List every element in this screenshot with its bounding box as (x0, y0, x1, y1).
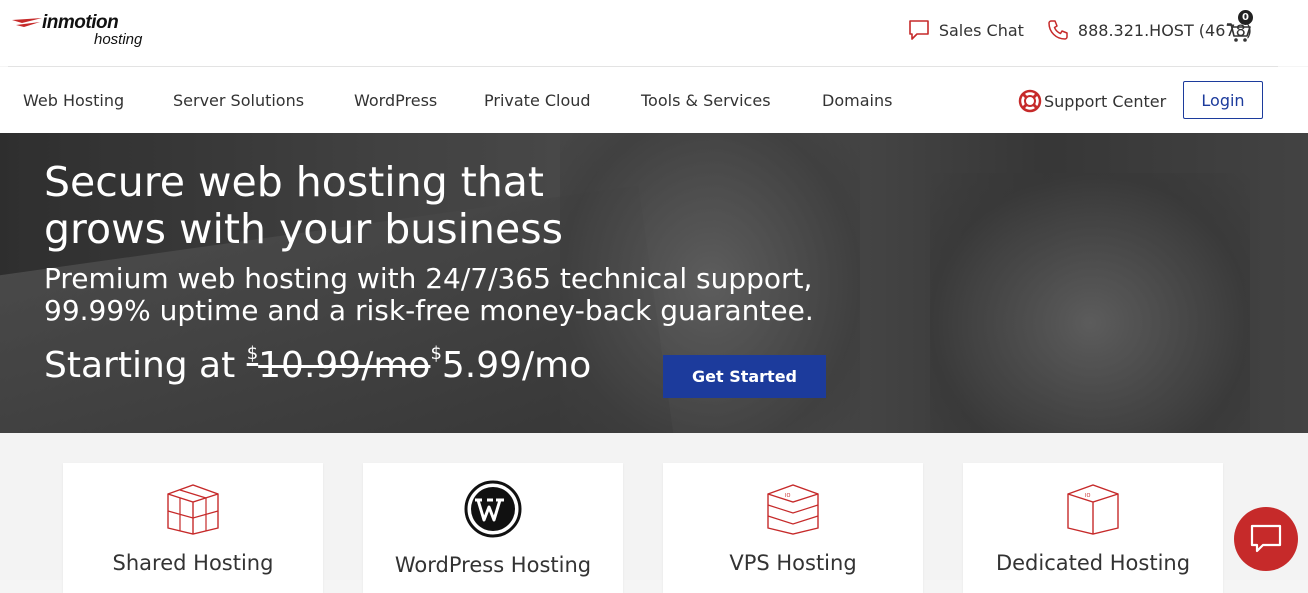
support-center-label: Support Center (1044, 91, 1167, 111)
hero-price: Starting at $10.99/mo$5.99/mo (44, 343, 592, 386)
new-price-value: 5.99/mo (441, 345, 592, 386)
wordpress-icon (464, 480, 522, 538)
cube-grid-icon-wrap (163, 479, 223, 539)
box-icon-wrap: IO (1063, 479, 1123, 539)
old-price-currency: $ (246, 343, 259, 364)
nav-item-wordpress[interactable]: WordPress (354, 91, 437, 110)
card-label: Shared Hosting (112, 551, 274, 575)
login-button[interactable]: Login (1183, 81, 1263, 119)
chat-widget-button[interactable] (1234, 507, 1298, 571)
card-shared-hosting[interactable]: Shared Hosting (63, 463, 323, 593)
nav-item-server-solutions[interactable]: Server Solutions (173, 91, 304, 110)
get-started-button[interactable]: Get Started (663, 355, 826, 398)
cube-grid-icon (167, 484, 219, 535)
product-cards: Shared Hosting WordPress Hosting IO VPS … (0, 433, 1308, 593)
cart-count-badge: 0 (1238, 10, 1253, 25)
top-actions: Sales Chat 888.321.HOST (4678) (885, 14, 1252, 46)
support-center-link[interactable]: Support Center (1018, 89, 1166, 113)
hero-subtitle: Premium web hosting with 24/7/365 techni… (44, 262, 814, 327)
price-prefix: Starting at (44, 345, 236, 386)
nav-item-private-cloud[interactable]: Private Cloud (484, 91, 591, 110)
hero-banner: Secure web hosting that grows with your … (0, 133, 1308, 433)
server-box-icon-wrap: IO (763, 479, 823, 539)
card-label: WordPress Hosting (394, 553, 592, 577)
sales-chat-label: Sales Chat (938, 20, 1024, 40)
card-vps-hosting[interactable]: IO VPS Hosting (663, 463, 923, 593)
card-dedicated-hosting[interactable]: IO Dedicated Hosting (963, 463, 1223, 593)
card-label: Dedicated Hosting (995, 551, 1191, 575)
chat-widget-icon (1250, 524, 1282, 553)
phone-link[interactable]: 888.321.HOST (4678) (1046, 18, 1252, 42)
wordpress-icon-wrap (463, 479, 523, 539)
top-header: inmotion hosting Sales Chat 888.321.HOST… (0, 0, 1308, 66)
card-label: VPS Hosting (729, 551, 857, 575)
box-icon: IO (1067, 484, 1119, 535)
old-price: $10.99/mo (246, 343, 431, 386)
swoosh-logo-icon (12, 18, 42, 27)
svg-text:IO: IO (785, 493, 790, 499)
hero-title: Secure web hosting that grows with your … (44, 158, 563, 253)
old-price-value: 10.99/mo (258, 345, 431, 386)
main-nav: Web Hosting Server Solutions WordPress P… (0, 67, 1308, 133)
brand-sub: hosting (94, 31, 143, 48)
phone-icon (1048, 20, 1068, 40)
nav-item-tools-services[interactable]: Tools & Services (641, 91, 771, 110)
svg-text:IO: IO (1085, 493, 1090, 499)
nav-item-domains[interactable]: Domains (822, 91, 892, 110)
brand-logo[interactable]: inmotion hosting (12, 12, 162, 52)
new-price-currency: $ (430, 343, 442, 364)
server-box-icon: IO (767, 484, 819, 535)
nav-item-web-hosting[interactable]: Web Hosting (23, 91, 124, 110)
lifebuoy-icon (1018, 89, 1042, 113)
card-wordpress-hosting[interactable]: WordPress Hosting (363, 463, 623, 593)
cart-button[interactable]: 0 (1226, 10, 1254, 44)
chat-bubble-icon (909, 20, 929, 40)
sales-chat-link[interactable]: Sales Chat (907, 18, 1024, 42)
